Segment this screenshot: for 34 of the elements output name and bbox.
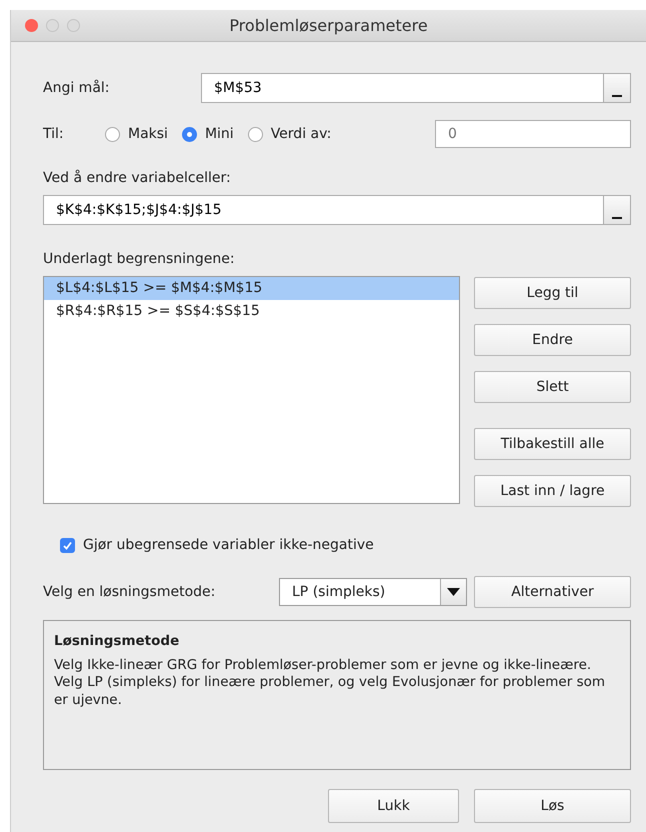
minimize-button[interactable]: [46, 19, 59, 32]
radio-option[interactable]: Verdi av:: [248, 124, 332, 144]
constraint-button[interactable]: Slett: [474, 371, 631, 403]
variables-field[interactable]: $K$4:$K$15;$J$4:$J$15: [43, 195, 603, 225]
constraint-button[interactable]: Endre: [474, 324, 631, 356]
constraints-label: Underlagt begrensningene:: [43, 250, 236, 269]
dialog-button[interactable]: Løs: [474, 789, 631, 823]
window-title: Problemløserparametere: [229, 14, 428, 36]
variables-label: Ved å endre variabelceller:: [43, 168, 232, 188]
target-field[interactable]: $M$53: [201, 73, 603, 103]
to-label: Til:: [43, 124, 65, 144]
checkmark-icon: [62, 540, 73, 551]
close-button[interactable]: [25, 19, 38, 32]
constraint-button[interactable]: Tilbakestill alle: [474, 428, 631, 460]
target-label: Angi mål:: [43, 78, 110, 98]
dialog-button[interactable]: Lukk: [328, 789, 459, 823]
method-label: Velg en løsningsmetode:: [43, 582, 216, 602]
description-text: Velg Ikke-lineær GRG for Problemløser-problemer som er jevne og ikke-lineære. Velg LP (simpleks) for lineære problemer, og velg Evolusjonær for problemer som er ujevne.: [54, 656, 606, 710]
options-button[interactable]: Alternativer: [474, 576, 631, 608]
dropdown-arrow-icon: [447, 588, 460, 596]
constraint-item[interactable]: $L$4:$L$15 >= $M$4:$M$15: [44, 277, 459, 300]
constraint-item[interactable]: $R$4:$R$15 >= $S$4:$S$15: [44, 300, 459, 323]
constraint-button[interactable]: Legg til: [474, 277, 631, 309]
zoom-button[interactable]: [67, 19, 80, 32]
description-title: Løsningsmetode: [54, 633, 180, 651]
radio-option[interactable]: Mini: [182, 124, 234, 144]
constraints-list[interactable]: $L$4:$L$15 >= $M$4:$M$15 $R$4:$R$15 >= $S$4:$S$15: [43, 276, 460, 504]
value-field[interactable]: 0: [435, 120, 631, 148]
radio-option[interactable]: Maksi: [105, 124, 168, 144]
range-picker-button[interactable]: [603, 73, 631, 103]
range-picker-button[interactable]: [603, 195, 631, 225]
nonnegative-checkbox[interactable]: Gjør ubegrensede variabler ikke-negative: [60, 535, 631, 556]
constraint-button[interactable]: Last inn / lagre: [474, 475, 631, 507]
method-dropdown[interactable]: LP (simpleks): [279, 578, 467, 606]
